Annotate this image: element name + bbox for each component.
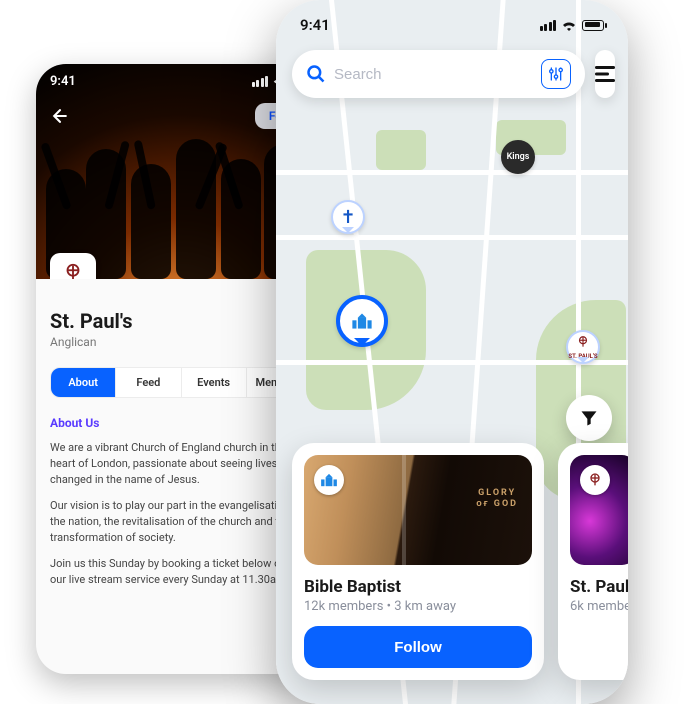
search-input[interactable]: [334, 66, 533, 83]
status-bar-front: 9:41: [300, 16, 604, 34]
tab-events[interactable]: Events: [182, 368, 247, 397]
map-pin-stpauls[interactable]: ST. PAUL'S: [566, 330, 600, 364]
card-title: St. Paul's: [570, 577, 628, 597]
tab-feed[interactable]: Feed: [116, 368, 181, 397]
map-pin-selected[interactable]: [336, 295, 388, 347]
card-subtitle: 6k members: [570, 599, 628, 614]
about-paragraph: Our vision is to play our part in the ev…: [50, 498, 312, 546]
result-card[interactable]: St. Paul's 6k members: [558, 443, 628, 680]
cross-icon: ✝: [340, 207, 355, 228]
filter-funnel-button[interactable]: [566, 395, 612, 441]
signal-icon: [540, 20, 557, 31]
about-paragraph: We are a vibrant Church of England churc…: [50, 440, 312, 488]
church-denomination: Anglican: [50, 335, 312, 349]
thumbnail-text: GLORYᴏғ GOD: [476, 488, 518, 510]
follow-button[interactable]: Follow: [304, 626, 532, 668]
hamburger-icon: [595, 66, 615, 82]
results-carousel[interactable]: GLORYᴏғ GOD Bible Baptist 12k members • …: [292, 443, 628, 680]
signal-icon: [252, 76, 269, 87]
map-pin-cross[interactable]: ✝: [331, 200, 365, 234]
map-pin-kings[interactable]: Kings: [501, 140, 535, 174]
funnel-icon: [579, 408, 599, 428]
back-button[interactable]: [44, 100, 76, 132]
search-icon: [306, 64, 326, 84]
card-subtitle: 12k members • 3 km away: [304, 599, 532, 614]
church-logo: ST. PAUL'S: [50, 253, 96, 279]
card-title: Bible Baptist: [304, 577, 532, 597]
about-heading: About Us: [50, 416, 312, 430]
battery-icon: [582, 20, 604, 31]
status-bar-back: 9:41: [50, 74, 312, 89]
status-time: 9:41: [50, 74, 76, 89]
card-logo-badge: [580, 465, 610, 495]
card-thumbnail: [570, 455, 628, 565]
filter-sliders-button[interactable]: [541, 59, 571, 89]
result-card[interactable]: GLORYᴏғ GOD Bible Baptist 12k members • …: [292, 443, 544, 680]
phone-map-search: Kings ✝ ST. PAUL'S 9:41: [276, 0, 628, 704]
search-field-container: [292, 50, 585, 98]
card-thumbnail: GLORYᴏғ GOD: [304, 455, 532, 565]
status-time: 9:41: [300, 16, 330, 34]
card-logo-badge: [314, 465, 344, 495]
menu-button[interactable]: [595, 50, 615, 98]
detail-tabs: About Feed Events Members: [50, 367, 312, 398]
wifi-icon: [561, 19, 577, 31]
tab-about[interactable]: About: [51, 368, 116, 397]
about-paragraph: Join us this Sunday by booking a ticket …: [50, 556, 312, 588]
church-title: St. Paul's: [50, 309, 312, 333]
church-building-icon: [351, 313, 373, 329]
